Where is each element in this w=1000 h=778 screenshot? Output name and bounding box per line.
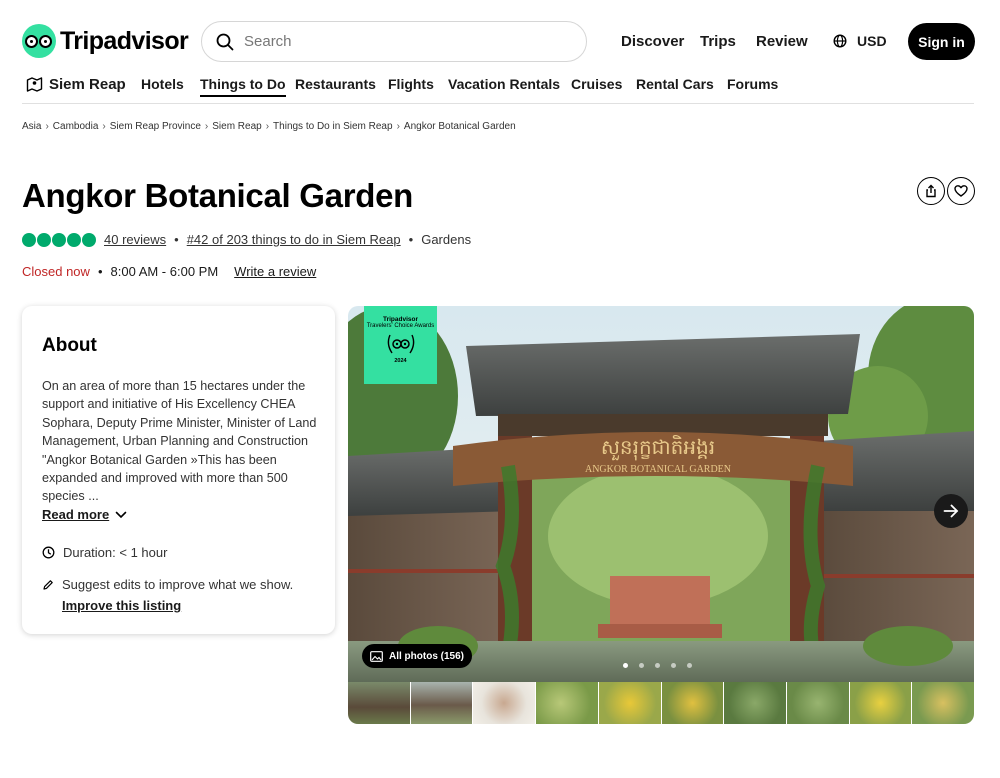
location-map-icon — [26, 77, 43, 92]
category-nav: Siem Reap Hotels Things to Do Restaurant… — [22, 74, 974, 104]
nav-trips[interactable]: Trips — [700, 33, 736, 50]
travelers-choice-badge: Tripadvisor Travelers' Choice Awards 202… — [364, 306, 437, 384]
badge-title: Travelers' Choice Awards — [366, 323, 435, 329]
thumbnail-green-fruit[interactable] — [724, 682, 786, 724]
search-icon — [216, 33, 234, 50]
rating-bubble-icon — [52, 232, 66, 247]
subnav-hotels[interactable]: Hotels — [141, 76, 184, 92]
open-status: Closed now — [22, 264, 90, 279]
category-label: Gardens — [421, 232, 472, 247]
nav-review[interactable]: Review — [756, 33, 808, 50]
all-photos-label: All photos (156) — [389, 650, 465, 662]
rating-bubble-icon — [67, 232, 81, 247]
photo-gallery[interactable]: សួនរុក្ខជាតិអង្គរ ANGKOR BOTANICAL GARDE… — [348, 306, 974, 682]
subnav-cruises[interactable]: Cruises — [571, 76, 622, 92]
thumbnail-flower-cluster[interactable] — [912, 682, 974, 724]
location-siem-reap[interactable]: Siem Reap — [26, 76, 126, 93]
breadcrumb-city[interactable]: Siem Reap — [212, 121, 261, 132]
thumbnail-gate-1[interactable] — [348, 682, 410, 724]
sign-khmer-text: សួនរុក្ខជាតិអង្គរ — [601, 434, 715, 461]
about-description: On an area of more than 15 hectares unde… — [42, 379, 317, 504]
nav-discover[interactable]: Discover — [621, 33, 684, 50]
about-heading: About — [42, 335, 97, 356]
rating-bubble-icon — [37, 232, 51, 247]
hours-row: Closed now • 8:00 AM - 6:00 PM Write a r… — [22, 264, 317, 279]
pagination-dot[interactable] — [623, 663, 628, 668]
breadcrumb-current: Angkor Botanical Garden — [403, 121, 516, 132]
next-photo-button[interactable] — [934, 494, 968, 528]
brand-name: Tripadvisor — [60, 26, 189, 55]
subnav-forums[interactable]: Forums — [727, 76, 778, 92]
share-button[interactable] — [917, 177, 945, 205]
pagination-dot[interactable] — [687, 663, 692, 668]
location-label: Siem Reap — [49, 76, 126, 93]
thumbnail-yellow-bloom[interactable] — [849, 682, 912, 724]
rating-row: 40 reviews • #42 of 203 things to do in … — [22, 232, 471, 247]
suggest-edits: Suggest edits to improve what we show. — [42, 577, 293, 592]
globe-icon — [833, 34, 847, 48]
photo-pagination — [623, 663, 692, 668]
breadcrumb: Asia › Cambodia › Siem Reap Province › Siem… — [22, 121, 516, 132]
share-icon — [926, 184, 936, 198]
search-bar[interactable] — [201, 21, 587, 62]
suggest-label: Suggest edits to improve what we show. — [62, 577, 294, 592]
subnav-rental-cars[interactable]: Rental Cars — [636, 76, 714, 92]
reviews-link[interactable]: 40 reviews — [104, 232, 166, 247]
top-header: Tripadvisor Discover Trips Review USD Si… — [0, 0, 1000, 70]
sign-english-text: ANGKOR BOTANICAL GARDEN — [585, 464, 731, 475]
thumbnail-plant-drawing[interactable] — [473, 682, 536, 724]
thumbnail-gate-2[interactable] — [410, 682, 473, 724]
image-icon — [370, 650, 383, 662]
pagination-dot[interactable] — [639, 663, 644, 668]
improve-listing-link[interactable]: Improve this listing — [62, 598, 181, 613]
badge-brand: Tripadvisor — [382, 316, 419, 323]
owl-logo-icon — [22, 24, 56, 58]
subnav-flights[interactable]: Flights — [388, 76, 434, 92]
ranking-link[interactable]: #42 of 203 things to do in Siem Reap — [187, 232, 401, 247]
breadcrumb-province[interactable]: Siem Reap Province — [110, 121, 201, 132]
breadcrumb-things-to-do[interactable]: Things to Do in Siem Reap — [273, 121, 393, 132]
save-button[interactable] — [947, 177, 975, 205]
subnav-things-to-do[interactable]: Things to Do — [200, 76, 286, 97]
heart-icon — [954, 185, 968, 197]
thumbnail-green-berries[interactable] — [786, 682, 849, 724]
page-title: Angkor Botanical Garden — [22, 177, 414, 214]
chevron-down-icon — [115, 511, 127, 518]
thumbnail-leaves[interactable] — [536, 682, 598, 724]
breadcrumb-cambodia[interactable]: Cambodia — [53, 121, 99, 132]
rating-bubble-icon — [22, 232, 36, 247]
duration-label: Duration: < 1 hour — [63, 545, 168, 560]
pagination-dot[interactable] — [655, 663, 660, 668]
rating-bubbles — [22, 232, 96, 247]
badge-year: 2024 — [394, 358, 407, 364]
clock-icon — [42, 546, 55, 559]
main-photo: សួនរុក្ខជាតិអង្គរ ANGKOR BOTANICAL GARDE… — [348, 306, 974, 682]
all-photos-button[interactable]: All photos (156) — [362, 644, 473, 668]
arrow-right-icon — [943, 504, 959, 518]
subnav-restaurants[interactable]: Restaurants — [295, 76, 376, 92]
sign-in-button[interactable]: Sign in — [908, 23, 975, 60]
pagination-dot[interactable] — [671, 663, 676, 668]
subnav-vacation-rentals[interactable]: Vacation Rentals — [448, 76, 560, 92]
thumbnail-yellow-flower[interactable] — [598, 682, 661, 724]
write-review-link[interactable]: Write a review — [234, 264, 316, 279]
opening-hours: 8:00 AM - 6:00 PM — [110, 264, 219, 279]
tripadvisor-logo[interactable]: Tripadvisor — [22, 24, 189, 58]
language-currency-selector[interactable]: USD — [833, 33, 887, 49]
read-more-button[interactable]: Read more — [42, 507, 127, 522]
laurel-owl-icon — [387, 334, 414, 354]
search-input[interactable] — [244, 33, 544, 50]
breadcrumb-asia[interactable]: Asia — [22, 121, 41, 132]
duration-info: Duration: < 1 hour — [42, 545, 167, 560]
photo-thumbnails — [348, 682, 974, 724]
thumbnail-yellow-buds[interactable] — [661, 682, 724, 724]
pencil-icon — [43, 579, 53, 590]
read-more-label: Read more — [42, 507, 110, 522]
about-card: About On an area of more than 15 hectare… — [22, 306, 335, 634]
rating-bubble-icon — [82, 232, 96, 247]
currency-label: USD — [857, 33, 887, 49]
